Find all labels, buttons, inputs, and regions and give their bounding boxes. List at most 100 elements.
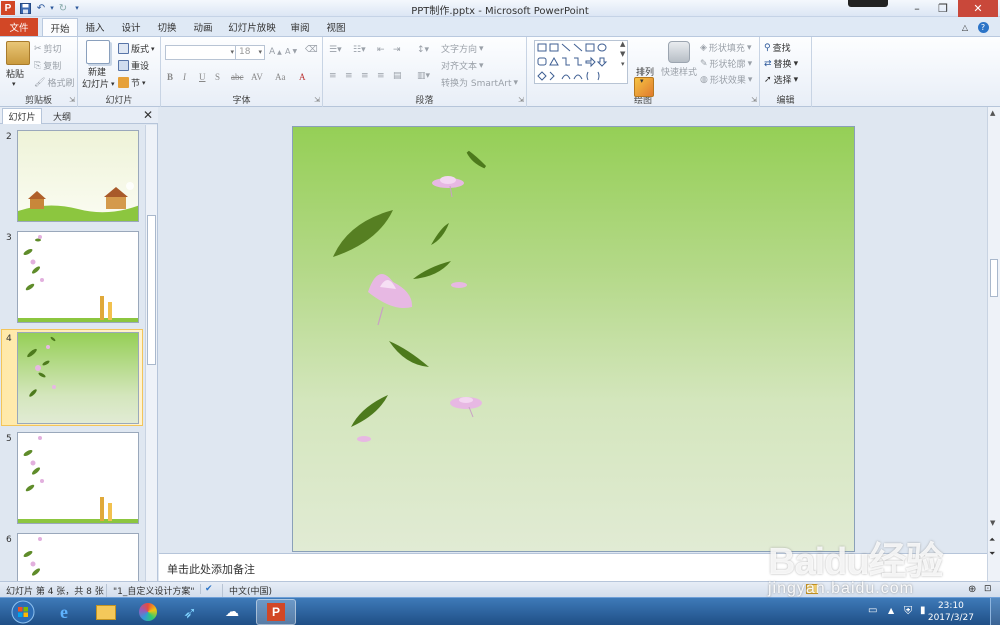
shadow-button[interactable]: S — [215, 72, 220, 82]
tab-review[interactable]: 审阅 — [285, 18, 315, 36]
device-tray-icon[interactable]: ▭ — [868, 605, 877, 616]
thumbnail-row-selected[interactable]: 4 — [0, 332, 146, 427]
font-size-box[interactable]: 18 ▾ — [235, 45, 265, 60]
quick-styles-button[interactable]: 快速样式 — [661, 65, 697, 78]
section-button[interactable]: 节 ▾ — [118, 76, 146, 89]
thumbnails-scrollbar[interactable] — [145, 125, 157, 581]
shrink-font-button[interactable]: A ▼ — [285, 47, 297, 56]
tab-insert[interactable]: 插入 — [80, 18, 110, 36]
thumbnail-row[interactable]: 3 — [0, 231, 146, 326]
system-clock[interactable]: 23:10 2017/3/27 — [928, 600, 974, 624]
scroll-down-icon[interactable]: ▼ — [990, 519, 995, 527]
increase-indent-button[interactable]: ⇥ — [393, 45, 401, 55]
shape-outline-button[interactable]: ✎ 形状轮廓 ▾ — [700, 57, 752, 71]
minimize-button[interactable]: – — [904, 0, 930, 17]
justify-button[interactable]: ≡ — [377, 71, 385, 81]
fit-slide-icon[interactable]: ⊡ — [984, 584, 992, 594]
find-button[interactable]: ⚲ 查找 — [764, 41, 791, 55]
slide-thumbnail[interactable] — [17, 533, 139, 581]
current-slide[interactable] — [292, 126, 855, 552]
cut-button[interactable]: ✂ 剪切 — [34, 42, 62, 56]
change-case-button[interactable]: Aa — [275, 72, 286, 82]
collapse-ribbon-icon[interactable]: △ — [958, 18, 972, 36]
show-desktop-button[interactable] — [990, 598, 1000, 625]
slide-thumbnail[interactable] — [17, 130, 139, 222]
shapes-gallery[interactable] — [534, 40, 628, 84]
grow-font-button[interactable]: A ▲ — [269, 47, 282, 57]
align-text-button[interactable]: 对齐文本 ▾ — [441, 59, 484, 73]
underline-button[interactable]: U — [199, 72, 206, 82]
reset-button[interactable]: 重设 — [118, 59, 149, 72]
font-color-button[interactable]: A — [299, 72, 306, 82]
align-right-button[interactable]: ≡ — [361, 71, 369, 81]
theme-name[interactable]: "1_自定义设计方案" — [106, 584, 195, 597]
paragraph-launcher-icon[interactable]: ⇲ — [518, 96, 524, 104]
paste-button[interactable]: 粘贴 — [6, 67, 24, 80]
decrease-indent-button[interactable]: ⇤ — [377, 45, 385, 55]
thumbnail-row[interactable]: 2 — [0, 130, 146, 225]
slide-thumbnail[interactable] — [17, 332, 139, 424]
shapes-scroll[interactable]: ▲ ▼ ▾ — [620, 40, 625, 68]
spellcheck-icon[interactable]: ✔ — [200, 584, 213, 594]
strikethrough-button[interactable]: abc — [231, 72, 244, 82]
slide-scrollbar[interactable]: ▲ ▼ ⏶ ⏷ — [987, 107, 1000, 581]
text-direction-button[interactable]: 文字方向 ▾ — [441, 42, 484, 56]
normal-view-icon[interactable] — [806, 584, 818, 597]
format-painter-button[interactable]: 🖌 格式刷 — [34, 76, 74, 90]
slide-thumbnail[interactable] — [17, 231, 139, 323]
align-center-button[interactable]: ≡ — [345, 71, 353, 81]
font-launcher-icon[interactable]: ⇲ — [314, 96, 320, 104]
clear-format-icon[interactable]: ⌫ — [305, 45, 318, 55]
cloud-app-icon[interactable]: ☁ — [212, 599, 252, 625]
columns-button[interactable]: ▥▾ — [417, 71, 430, 81]
shape-effects-button[interactable]: ◍ 形状效果 ▾ — [700, 73, 752, 87]
tab-outline[interactable]: 大纲 — [44, 108, 80, 124]
clipboard-launcher-icon[interactable]: ⇲ — [69, 96, 75, 104]
security-tray-icon[interactable]: ⛨ — [904, 604, 912, 618]
help-icon[interactable]: ? — [975, 18, 991, 36]
tab-file[interactable]: 文件 — [0, 18, 38, 36]
replace-button[interactable]: ⇄ 替换 ▾ — [764, 57, 798, 71]
thumbnail-row[interactable]: 6 — [0, 533, 146, 581]
new-slide-button[interactable]: 幻灯片 ▾ — [82, 77, 115, 91]
previous-slide-icon[interactable]: ⏶ — [989, 535, 995, 545]
tab-view[interactable]: 视图 — [321, 18, 351, 36]
scrollbar-thumb[interactable] — [990, 259, 998, 297]
tab-animations[interactable]: 动画 — [188, 18, 218, 36]
browser-360-icon[interactable] — [128, 599, 168, 625]
close-button[interactable]: ✕ — [958, 0, 998, 17]
tab-home[interactable]: 开始 — [42, 18, 78, 36]
ie-browser-icon[interactable]: e — [44, 599, 84, 625]
maximize-button[interactable]: ❐ — [930, 0, 956, 17]
numbering-button[interactable]: ☷▾ — [353, 45, 366, 55]
slide-thumbnail[interactable] — [17, 432, 139, 524]
font-name-box[interactable]: ▾ — [165, 45, 237, 60]
close-panel-icon[interactable]: ✕ — [143, 108, 153, 122]
language-indicator[interactable]: 中文(中国) — [222, 584, 272, 597]
convert-smartart-button[interactable]: 转换为 SmartArt ▾ — [441, 76, 518, 90]
bullets-button[interactable]: ☰▾ — [329, 45, 342, 55]
italic-button[interactable]: I — [183, 72, 186, 82]
notes-placeholder[interactable]: 单击此处添加备注 — [167, 561, 255, 577]
bird-app-icon[interactable]: ➶ — [170, 599, 210, 625]
align-left-button[interactable]: ≡ — [329, 71, 337, 81]
new-slide-icon[interactable] — [86, 40, 110, 64]
paste-dropdown-icon[interactable]: ▾ — [12, 80, 16, 88]
paste-icon[interactable] — [6, 41, 30, 65]
thumbnail-row[interactable]: 5 — [0, 432, 146, 527]
shape-fill-button[interactable]: ◈ 形状填充 ▾ — [700, 41, 751, 55]
arrange-icon[interactable] — [634, 77, 654, 97]
notes-pane[interactable]: 单击此处添加备注 — [159, 553, 987, 581]
scroll-up-icon[interactable]: ▲ — [990, 109, 995, 117]
tab-slideshow[interactable]: 幻灯片放映 — [226, 18, 278, 36]
bold-button[interactable]: B — [167, 72, 173, 82]
network-tray-icon[interactable]: ▮ — [920, 605, 926, 616]
powerpoint-taskbar-icon[interactable]: P — [256, 599, 296, 625]
layout-button[interactable]: 版式 ▾ — [118, 42, 155, 55]
distribute-button[interactable]: ▤ — [393, 71, 402, 81]
tab-transitions[interactable]: 切换 — [152, 18, 182, 36]
file-explorer-icon[interactable] — [86, 599, 126, 625]
start-button[interactable] — [3, 599, 43, 625]
arrange-dropdown-icon[interactable]: ▾ — [640, 77, 644, 85]
copy-button[interactable]: ⎘ 复制 — [34, 59, 61, 73]
